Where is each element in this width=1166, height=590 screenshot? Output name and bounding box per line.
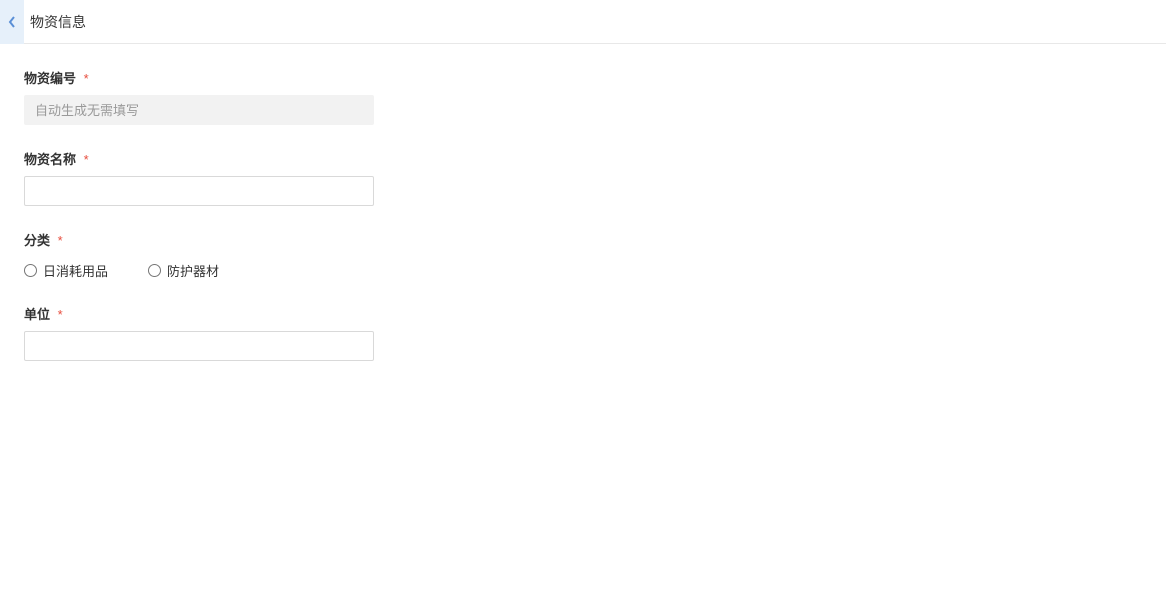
radio-label: 日消耗用品 — [43, 261, 108, 280]
form-area: 物资编号 * 物资名称 * 分类 * 日消耗用品 防护器材 单 — [0, 44, 1166, 361]
required-marker: * — [84, 71, 89, 86]
label-text: 单位 — [24, 307, 50, 322]
label-text: 物资编号 — [24, 71, 76, 86]
material-name-label: 物资名称 * — [24, 149, 374, 168]
back-button[interactable] — [0, 0, 24, 44]
category-radio-group: 日消耗用品 防护器材 — [24, 257, 374, 280]
radio-label: 防护器材 — [167, 261, 219, 280]
label-text: 分类 — [24, 233, 50, 248]
field-category: 分类 * 日消耗用品 防护器材 — [24, 230, 374, 280]
unit-label: 单位 * — [24, 304, 374, 323]
chevron-left-icon — [7, 15, 17, 29]
radio-input-daily-consumables[interactable] — [24, 264, 37, 277]
required-marker: * — [58, 307, 63, 322]
radio-option-protective-equipment[interactable]: 防护器材 — [148, 261, 219, 280]
field-unit: 单位 * — [24, 304, 374, 361]
radio-input-protective-equipment[interactable] — [148, 264, 161, 277]
material-name-input[interactable] — [24, 176, 374, 206]
required-marker: * — [58, 233, 63, 248]
radio-option-daily-consumables[interactable]: 日消耗用品 — [24, 261, 108, 280]
material-number-label: 物资编号 * — [24, 68, 374, 87]
required-marker: * — [84, 152, 89, 167]
field-material-number: 物资编号 * — [24, 68, 374, 125]
label-text: 物资名称 — [24, 152, 76, 167]
material-number-input — [24, 95, 374, 125]
field-material-name: 物资名称 * — [24, 149, 374, 206]
category-label: 分类 * — [24, 230, 374, 249]
page-header: 物资信息 — [0, 0, 1166, 44]
unit-input[interactable] — [24, 331, 374, 361]
page-title: 物资信息 — [24, 12, 86, 32]
